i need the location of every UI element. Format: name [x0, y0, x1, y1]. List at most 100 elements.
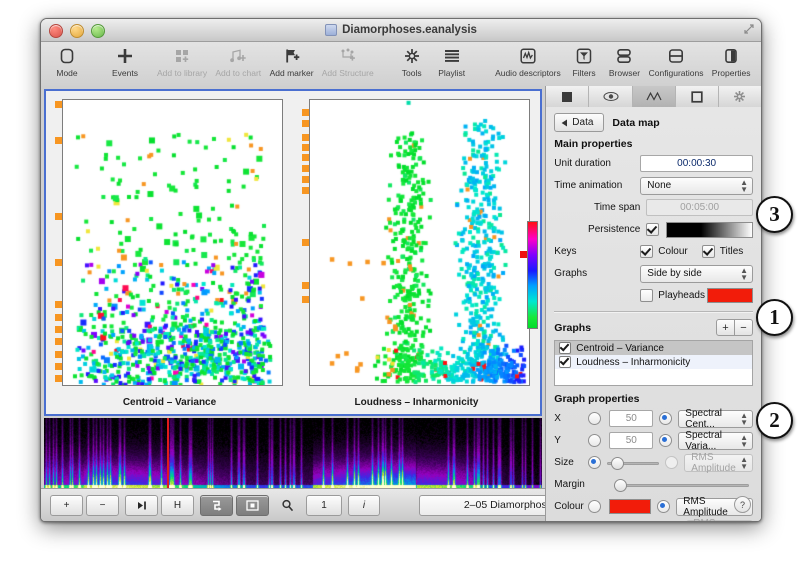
playheads-checkbox[interactable]	[640, 289, 654, 302]
snap-to-end-button[interactable]	[125, 494, 158, 516]
toolbar-item-filters[interactable]: Filters	[564, 45, 604, 78]
keys-colour-checkbox[interactable]	[640, 245, 654, 258]
axis-key-tick	[302, 186, 309, 194]
x-fixed-radio[interactable]	[588, 412, 602, 425]
tab-visibility[interactable]	[589, 86, 633, 107]
y-mapped-radio[interactable]	[659, 434, 673, 447]
axis-key-tick	[55, 313, 62, 321]
spectrogram-playhead[interactable]	[167, 418, 169, 490]
toolbar-item-properties[interactable]: Properties	[707, 45, 755, 78]
stepper-arrows-icon[interactable]: ▲▼	[740, 411, 748, 426]
playheads-colour-swatch[interactable]	[707, 288, 753, 303]
main-toolbar: Mode Events Add to library Add to chart …	[41, 42, 761, 90]
toolbar-label: Events	[112, 68, 138, 78]
scatter-plot-right[interactable]	[309, 99, 530, 386]
remove-graph-button[interactable]: −	[735, 319, 753, 336]
flag-plus-icon	[283, 45, 301, 67]
graphs-layout-select[interactable]: Side by side ▲ ▼	[640, 264, 753, 283]
charts-area[interactable]: Centroid – Variance Loudness – Inharmoni…	[44, 89, 542, 416]
toolbar-label: Add to library	[157, 68, 208, 78]
info-button[interactable]: i	[348, 494, 380, 516]
tab-display[interactable]	[546, 86, 590, 107]
main-properties-heading: Main properties	[554, 138, 633, 150]
y-fixed-radio[interactable]	[588, 434, 602, 447]
size-slider[interactable]	[607, 456, 660, 470]
toolbar-item-configurations[interactable]: Configurations	[645, 45, 707, 78]
toolbar-item-mode[interactable]: Mode	[47, 45, 87, 78]
stepper-arrows-icon[interactable]: ▲▼	[740, 178, 748, 193]
colour-fixed-radio[interactable]	[588, 500, 602, 513]
list-item[interactable]: Loudness – Inharmonicity	[555, 355, 752, 369]
opacity-descriptor-select[interactable]: RMS Amplitude ▲▼	[686, 518, 753, 521]
zoom-out-button[interactable]: −	[86, 494, 119, 516]
toolbar-item-add-structure[interactable]: Add Structure	[318, 45, 378, 78]
size-slider-knob[interactable]	[611, 456, 625, 470]
help-button[interactable]: ?	[734, 496, 751, 513]
axis-key-tick	[302, 134, 309, 142]
graphs-list[interactable]: Centroid – Variance Loudness – Inharmoni…	[554, 340, 753, 386]
left-column: Centroid – Variance Loudness – Inharmoni…	[41, 86, 761, 521]
unit-duration-field[interactable]: 00:00:30	[640, 155, 753, 172]
document-icon	[325, 24, 338, 36]
scatter-plot-left[interactable]	[62, 99, 283, 386]
zoom-level-button[interactable]: 1	[306, 494, 342, 516]
toolbar-item-events[interactable]: Events	[105, 45, 145, 78]
tab-settings[interactable]	[719, 86, 761, 107]
y-descriptor-select[interactable]: Spectral Varia... ▲ ▼	[678, 430, 753, 452]
time-animation-select[interactable]: None ▲ ▼	[640, 176, 753, 195]
stepper-arrows-icon[interactable]: ▲▼	[740, 455, 748, 470]
colour-mapped-radio[interactable]	[657, 500, 671, 513]
zoom-in-button[interactable]: +	[50, 494, 83, 516]
follow-playhead-button[interactable]	[200, 494, 233, 516]
size-fixed-radio[interactable]	[588, 456, 602, 469]
toolbar-item-browser[interactable]: Browser	[604, 45, 645, 78]
toolbar-item-tools[interactable]: Tools	[392, 45, 432, 78]
keys-titles-checkbox[interactable]	[701, 245, 715, 258]
transport-bar: + − H 1 i 2–05 Diamorphoses.m4a	[41, 488, 761, 521]
margin-slider[interactable]	[614, 478, 749, 492]
graph-properties-heading: Graph properties	[554, 393, 640, 405]
colour-swatch[interactable]	[609, 499, 652, 514]
back-to-data-button[interactable]: Data	[554, 113, 605, 132]
fit-horizontal-button[interactable]: H	[161, 494, 194, 516]
chart-centroid-variance[interactable]: Centroid – Variance	[46, 91, 293, 414]
axis-key-tick	[302, 164, 309, 172]
time-span-field[interactable]: 00:05:00	[646, 199, 753, 216]
add-graph-button[interactable]: +	[716, 319, 735, 336]
toolbar-item-add-marker[interactable]: Add marker	[265, 45, 317, 78]
size-mapped-radio[interactable]	[665, 456, 679, 469]
tab-frame[interactable]	[676, 86, 719, 107]
list-lines-icon	[443, 45, 461, 67]
x-descriptor-select[interactable]: Spectral Cent... ▲ ▼	[678, 408, 753, 430]
panel-header: Data Data map	[554, 113, 753, 132]
graph-enabled-checkbox[interactable]	[559, 342, 572, 354]
add-structure-icon	[339, 45, 357, 67]
list-item[interactable]: Centroid – Variance	[555, 341, 752, 355]
tab-data-map[interactable]	[632, 86, 676, 107]
spectrogram-view[interactable]	[44, 418, 542, 490]
graph-enabled-checkbox[interactable]	[559, 356, 572, 368]
fit-selection-button[interactable]	[236, 494, 269, 516]
toolbar-label: Mode	[56, 68, 78, 78]
title-bar[interactable]: Diamorphoses.eanalysis	[41, 19, 761, 42]
fullscreen-icon[interactable]	[743, 23, 755, 35]
chart-loudness-inharmonicity[interactable]: Loudness – Inharmonicity	[293, 91, 540, 414]
toolbar-item-add-to-library[interactable]: Add to library	[153, 45, 211, 78]
graphs-section: Graphs + − Centroid – Variance Loudness …	[554, 319, 753, 386]
persistence-checkbox[interactable]	[646, 223, 660, 236]
unit-duration-value: 00:00:30	[677, 158, 717, 169]
persistence-gradient[interactable]	[666, 221, 753, 238]
size-descriptor-select[interactable]: RMS Amplitude ▲ ▼	[684, 452, 753, 474]
toolbar-item-audio-descriptors[interactable]: Audio descriptors	[492, 45, 564, 78]
x-fixed-value[interactable]: 50	[609, 410, 654, 427]
stepper-arrows-icon[interactable]: ▲▼	[740, 266, 748, 281]
toolbar-item-add-to-chart[interactable]: Add to chart	[211, 45, 265, 78]
stepper-arrows-icon[interactable]: ▲▼	[740, 433, 748, 448]
graph-prop-row-x: X 50 Spectral Cent... ▲ ▼	[554, 408, 753, 430]
toolbar-item-playlist[interactable]: Playlist	[432, 45, 472, 78]
graphs-add-remove: + −	[716, 319, 753, 336]
margin-slider-knob[interactable]	[614, 478, 628, 492]
magnifier-button[interactable]	[272, 496, 303, 515]
x-mapped-radio[interactable]	[659, 412, 673, 425]
y-fixed-value[interactable]: 50	[609, 432, 654, 449]
